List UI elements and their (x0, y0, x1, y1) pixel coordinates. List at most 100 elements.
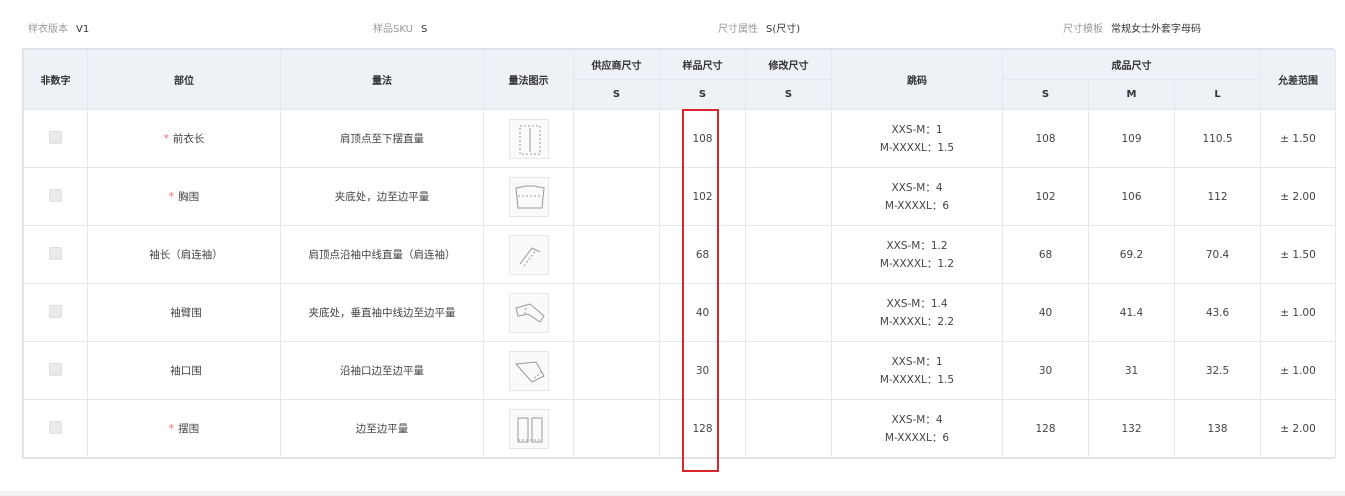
header-supplier-size: 供应商尺寸 (573, 49, 660, 80)
finished-m-cell: 106 (1088, 167, 1175, 226)
finished-l-cell: 138 (1173, 399, 1262, 458)
sample-size-cell[interactable]: 40 (659, 283, 746, 342)
cuff-measure-icon (514, 360, 545, 383)
finished-s-cell: 40 (1002, 283, 1089, 342)
grade-line: M-XXXXL：6 (884, 199, 950, 212)
header-tolerance: 允差范围 (1260, 49, 1337, 110)
sample-size-cell[interactable]: 128 (659, 399, 746, 458)
header-finished-m: M (1088, 79, 1175, 110)
supplier-size-cell[interactable] (573, 225, 660, 284)
supplier-size-cell[interactable] (573, 283, 660, 342)
grading-cell: XXS-M：4 M-XXXXL：6 (831, 167, 1003, 226)
required-marker: * (168, 191, 175, 203)
header-modified-s: S (745, 79, 832, 110)
finished-m-cell: 41.4 (1088, 283, 1175, 342)
non-numeric-checkbox[interactable] (49, 362, 62, 376)
modified-size-cell[interactable] (745, 399, 832, 458)
table-row: 袖长（肩连袖） 肩顶点沿袖中线直量（肩连袖） 68 XXS-M：1.2 M-XXX… (23, 225, 1337, 284)
sku-label: 样品SKU (373, 24, 413, 35)
supplier-size-cell[interactable] (573, 341, 660, 400)
info-bar: 样衣版本 V1 样品SKU S 尺寸属性 S(尺寸) 尺寸模板 常规女士外套字母码 (0, 0, 1345, 48)
method-image-cell (483, 341, 574, 400)
size-table-wrapper: 非数字 部位 量法 量法图示 供应商尺寸 样品尺寸 修改尺寸 跳码 成品尺寸 允… (22, 48, 1337, 459)
header-grading: 跳码 (831, 49, 1003, 110)
part-cell: 袖长（肩连袖） (87, 225, 281, 284)
non-numeric-cell[interactable] (23, 225, 88, 284)
method-image-cell (483, 399, 574, 458)
size-template-value: 常规女士外套字母码 (1111, 24, 1201, 35)
method-image[interactable] (508, 234, 549, 275)
part-cell: * 摆围 (87, 399, 281, 458)
size-attr-value: S(尺寸) (766, 24, 801, 35)
non-numeric-cell[interactable] (23, 399, 88, 458)
supplier-size-cell[interactable] (573, 109, 660, 168)
method-cell: 沿袖口边至边平量 (280, 341, 484, 400)
tolerance-cell: ± 2.00 (1260, 167, 1337, 226)
tolerance-cell: ± 1.00 (1260, 283, 1337, 342)
method-cell: 夹底处，边至边平量 (280, 167, 484, 226)
modified-size-cell[interactable] (745, 167, 832, 226)
header-part: 部位 (87, 49, 281, 110)
non-numeric-checkbox[interactable] (49, 304, 62, 318)
modified-size-cell[interactable] (745, 109, 832, 168)
supplier-size-cell[interactable] (573, 399, 660, 458)
part-cell: 袖口围 (87, 341, 281, 400)
non-numeric-checkbox[interactable] (49, 420, 62, 434)
non-numeric-cell[interactable] (23, 341, 88, 400)
finished-s-cell: 108 (1002, 109, 1089, 168)
method-image[interactable] (508, 118, 549, 159)
method-image-cell (483, 283, 574, 342)
non-numeric-checkbox[interactable] (49, 130, 62, 144)
finished-m-cell: 69.2 (1088, 225, 1175, 284)
tolerance-cell: ± 1.50 (1260, 225, 1337, 284)
method-image-cell (483, 167, 574, 226)
method-image[interactable] (508, 350, 549, 391)
supplier-size-cell[interactable] (573, 167, 660, 226)
grade-line: XXS-M：1 (891, 355, 943, 368)
modified-size-cell[interactable] (745, 283, 832, 342)
table-row: 袖臂围 夹底处，垂直袖中线边至边平量 40 XXS-M：1.4 M-XXXXL：2… (23, 283, 1337, 342)
grading-cell: XXS-M：1.2 M-XXXXL：1.2 (831, 225, 1003, 284)
method-image[interactable] (508, 292, 549, 333)
grade-line: M-XXXXL：1.2 (879, 257, 955, 270)
header-modified-size: 修改尺寸 (745, 49, 832, 80)
sample-size-cell[interactable]: 30 (659, 341, 746, 400)
garment-length-icon (519, 125, 540, 154)
non-numeric-checkbox[interactable] (49, 188, 62, 202)
table-row: 袖口围 沿袖口边至边平量 30 XXS-M：1 M-XXXXL：1.5 30 31… (23, 341, 1337, 400)
header-finished-size: 成品尺寸 (1001, 49, 1262, 80)
part-name: 胸围 (178, 191, 200, 203)
sample-size-cell[interactable]: 68 (659, 225, 746, 284)
table-row: * 前衣长 肩顶点至下摆直量 108 XXS-M：1 M-XXXXL：1.5 108… (23, 109, 1337, 168)
sample-size-cell[interactable]: 108 (659, 109, 746, 168)
finished-m-cell: 109 (1088, 109, 1175, 168)
grade-line: M-XXXXL：1.5 (879, 141, 955, 154)
finished-l-cell: 32.5 (1173, 341, 1262, 400)
part-name: 前衣长 (172, 133, 205, 145)
grade-line: M-XXXXL：2.2 (879, 315, 955, 328)
sample-size-cell[interactable]: 102 (659, 167, 746, 226)
tolerance-cell: ± 1.00 (1260, 341, 1337, 400)
method-image[interactable] (508, 176, 549, 217)
method-cell: 边至边平量 (280, 399, 484, 458)
part-cell: * 前衣长 (87, 109, 281, 168)
grading-cell: XXS-M：4 M-XXXXL：6 (831, 399, 1003, 458)
non-numeric-cell[interactable] (23, 167, 88, 226)
tolerance-cell: ± 1.50 (1260, 109, 1337, 168)
method-image[interactable] (508, 408, 549, 449)
size-template-info: 尺寸模板 常规女士外套字母码 (1063, 20, 1201, 35)
method-cell: 夹底处，垂直袖中线边至边平量 (280, 283, 484, 342)
grading-cell: XXS-M：1 M-XXXXL：1.5 (831, 109, 1003, 168)
non-numeric-cell[interactable] (23, 283, 88, 342)
method-image-cell (483, 109, 574, 168)
modified-size-cell[interactable] (745, 341, 832, 400)
non-numeric-checkbox[interactable] (49, 246, 62, 260)
table-row: * 摆围 边至边平量 128 XXS-M：4 M-XXXXL：6 128 132 1… (23, 399, 1337, 458)
finished-s-cell: 102 (1002, 167, 1089, 226)
finished-l-cell: 110.5 (1173, 109, 1262, 168)
method-cell: 肩顶点沿袖中线直量（肩连袖） (280, 225, 484, 284)
size-template-label: 尺寸模板 (1063, 24, 1103, 35)
finished-l-cell: 70.4 (1173, 225, 1262, 284)
modified-size-cell[interactable] (745, 225, 832, 284)
non-numeric-cell[interactable] (23, 109, 88, 168)
